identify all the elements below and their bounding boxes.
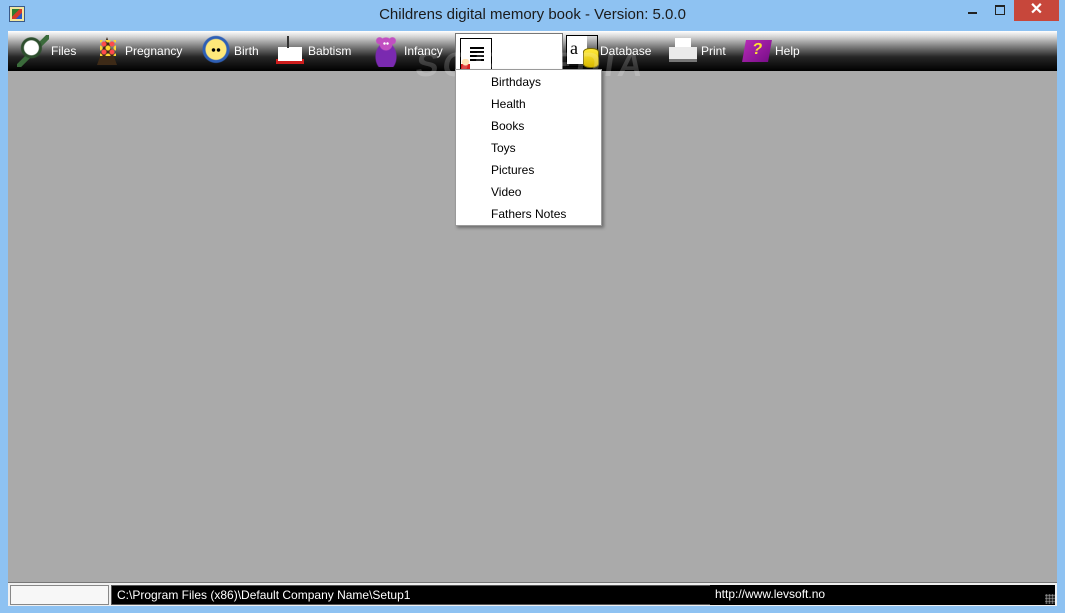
window-frame-left [0,31,8,613]
toolbar-print-button[interactable]: Print [667,31,726,71]
growth-dropdown-menu: Birthdays Health Books Toys Pictures Vid… [455,69,602,226]
resize-grip[interactable] [1045,594,1055,604]
window-frame-right [1057,31,1065,613]
close-button[interactable]: ✕ [1014,0,1059,21]
toolbar-pregnancy-button[interactable]: Pregnancy [91,31,182,71]
title-bar[interactable]: Childrens digital memory book - Version:… [0,0,1065,31]
menu-item-birthdays[interactable]: Birthdays [491,71,541,93]
maximize-button[interactable] [986,0,1014,21]
print-icon [667,35,699,67]
window-title: Childrens digital memory book - Version:… [379,6,686,23]
window-frame-bottom [0,605,1065,613]
babtism-icon [274,35,306,67]
toolbar-birth-label: Birth [234,44,259,58]
status-panel-empty [840,585,1055,605]
toolbar-files-label: Files [51,44,77,58]
toolbar-babtism-label: Babtism [308,44,352,58]
menu-item-books[interactable]: Books [491,115,524,137]
menu-item-pictures[interactable]: Pictures [491,159,534,181]
minimize-button[interactable] [958,0,986,21]
menu-item-toys[interactable]: Toys [491,137,516,159]
toolbar-help-button[interactable]: Help [738,31,800,71]
menu-item-fathers-notes[interactable]: Fathers Notes [491,203,566,225]
help-icon [738,35,776,67]
toolbar-files-button[interactable]: Files [17,31,76,71]
toolbar-birth-button[interactable]: Birth [200,31,259,71]
files-icon [17,35,49,67]
birth-icon [200,35,232,67]
pregnancy-icon [91,35,123,67]
toolbar-help-label: Help [775,44,800,58]
toolbar-pregnancy-label: Pregnancy [125,44,183,58]
status-panel-blank [10,585,109,605]
infancy-icon [370,35,402,67]
status-panel-url: http://www.levsoft.no [710,585,840,605]
status-panel-path: C:\Program Files (x86)\Default Company N… [111,585,711,605]
menu-item-health[interactable]: Health [491,93,526,115]
toolbar-babtism-button[interactable]: Babtism [274,31,351,71]
menu-item-video[interactable]: Video [491,181,521,203]
toolbar-print-label: Print [701,44,726,58]
status-bar: C:\Program Files (x86)\Default Company N… [8,582,1057,606]
